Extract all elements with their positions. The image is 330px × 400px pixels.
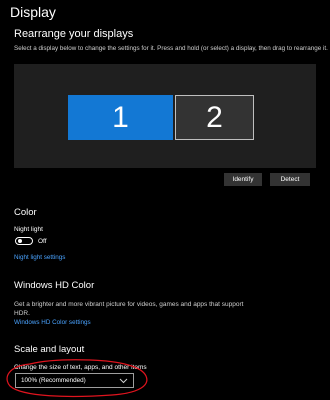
rearrange-heading: Rearrange your displays <box>14 28 134 40</box>
identify-button[interactable]: Identify <box>224 173 262 186</box>
night-light-settings-link[interactable]: Night light settings <box>14 254 65 262</box>
night-light-toggle-state: Off <box>38 238 47 245</box>
hd-color-description: Get a brighter and more vibrant picture … <box>14 301 244 317</box>
change-size-label: Change the size of text, apps, and other… <box>14 364 147 371</box>
night-light-label: Night light <box>14 226 43 233</box>
display-1-tile[interactable]: 1 <box>68 95 173 140</box>
scale-dropdown[interactable]: 100% (Recommended) <box>15 373 134 388</box>
display-2-tile[interactable]: 2 <box>175 95 254 140</box>
annotation-circle <box>6 359 148 398</box>
rearrange-hint: Select a display below to change the set… <box>14 45 328 52</box>
display-arrangement-area[interactable]: 1 2 <box>14 64 316 168</box>
toggle-knob <box>18 239 22 243</box>
page-title: Display <box>10 4 56 20</box>
hd-color-settings-link[interactable]: Windows HD Color settings <box>14 319 91 327</box>
night-light-toggle[interactable] <box>15 237 33 245</box>
detect-button[interactable]: Detect <box>270 173 310 186</box>
hd-color-heading: Windows HD Color <box>14 280 95 291</box>
chevron-down-icon <box>119 378 128 384</box>
display-settings-page: Display Rearrange your displays Select a… <box>0 0 330 400</box>
scale-dropdown-value: 100% (Recommended) <box>21 377 86 384</box>
color-heading: Color <box>14 207 37 218</box>
scale-layout-heading: Scale and layout <box>14 344 85 355</box>
